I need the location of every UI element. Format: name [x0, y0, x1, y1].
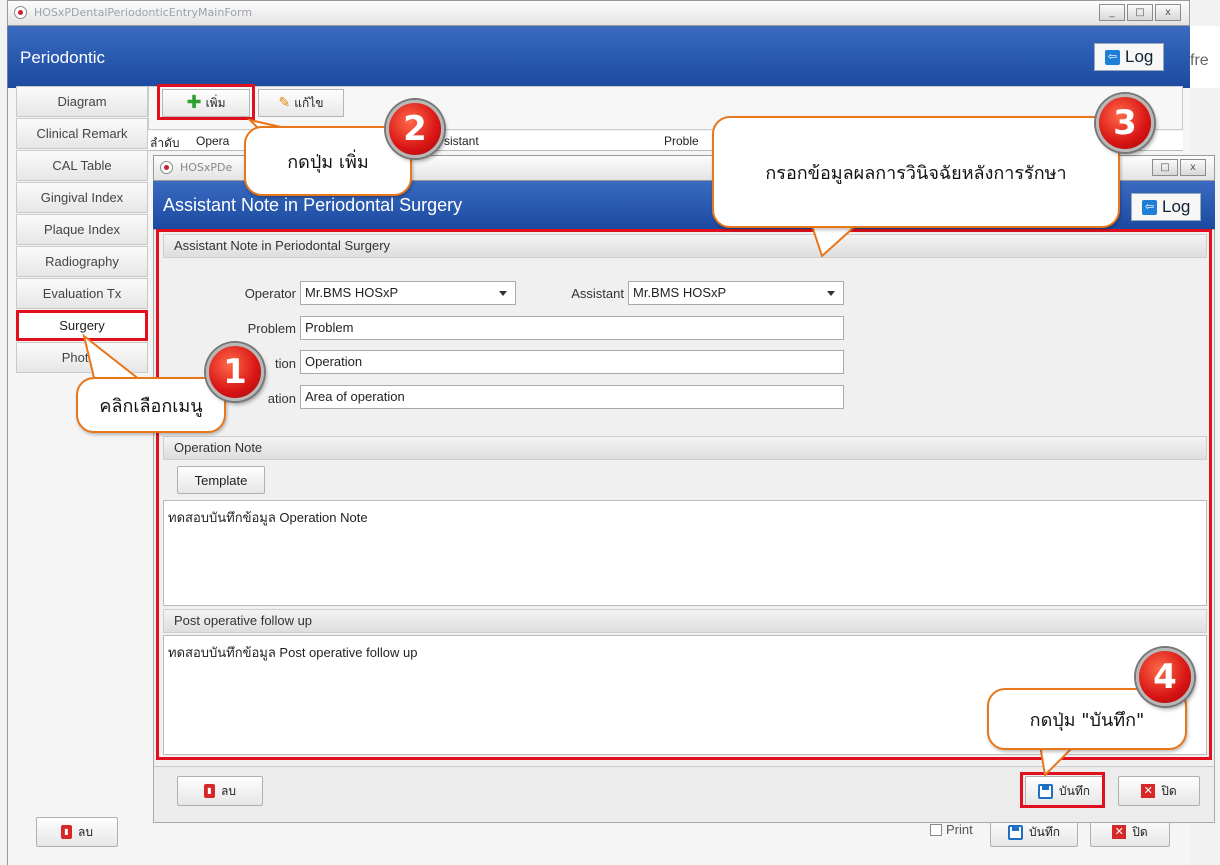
callout-1-text: คลิกเลือกเมนู — [99, 395, 203, 417]
callout-4-badge: 4 — [1136, 648, 1194, 706]
callout-1: คลิกเลือกเมนู — [76, 377, 226, 433]
callout-3-text: กรอกข้อมูลผลการวินิจฉัยหลังการรักษา — [765, 162, 1067, 184]
callout-2-text: กดปุ่ม เพิ่ม — [287, 151, 369, 173]
callout-3-badge: 3 — [1096, 94, 1154, 152]
callout-3: กรอกข้อมูลผลการวินิจฉัยหลังการรักษา — [712, 116, 1120, 228]
callout-1-badge: 1 — [206, 343, 264, 401]
callout-4-text: กดปุ่ม "บันทึก" — [1029, 709, 1145, 731]
callout-1-pointer — [82, 333, 143, 384]
callout-2-badge: 2 — [386, 100, 444, 158]
